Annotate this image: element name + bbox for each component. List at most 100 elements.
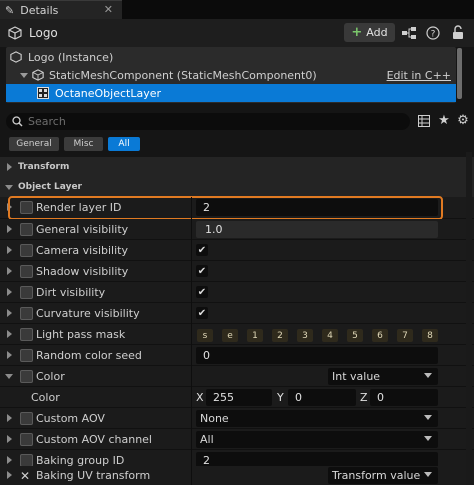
light-mask-slot[interactable]: 5 [347, 329, 363, 342]
dropdown-value: None [200, 412, 229, 425]
expand-arrow-icon[interactable] [7, 309, 12, 317]
baking-uv-transform-dropdown[interactable]: Transform value [328, 467, 438, 484]
bool-property-icon [20, 265, 33, 278]
edit-in-cpp-link[interactable]: Edit in C++ [387, 69, 451, 82]
filter-label: Misc [73, 139, 94, 149]
prop-random-color-seed: Random color seed 0 [0, 345, 474, 366]
filter-general[interactable]: General [9, 137, 59, 151]
tree-item-label: StaticMeshComponent (StaticMeshComponent… [49, 68, 317, 82]
custom-aov-dropdown[interactable]: None [196, 410, 438, 427]
close-icon[interactable]: ✕ [104, 3, 113, 16]
collapse-arrow-icon [5, 185, 13, 190]
help-icon[interactable]: ? [426, 26, 440, 40]
details-scrollbar[interactable] [466, 152, 472, 485]
tree-scrollbar[interactable] [457, 48, 462, 99]
prop-label: Light pass mask [36, 328, 126, 341]
expand-arrow-icon[interactable] [7, 456, 12, 464]
light-mask-slot[interactable]: 3 [297, 329, 313, 342]
tree-item-logo-instance[interactable]: Logo (Instance) [6, 48, 456, 66]
dropdown-value: All [200, 433, 214, 446]
custom-aov-channel-dropdown[interactable]: All [196, 431, 438, 448]
int-property-icon [20, 349, 33, 362]
search-input[interactable]: Search [6, 113, 410, 130]
prop-render-layer-id: Render layer ID 2 [0, 197, 474, 219]
prop-label: Camera visibility [36, 244, 128, 257]
light-mask-slot[interactable]: 7 [397, 329, 413, 342]
filter-misc[interactable]: Misc [64, 137, 103, 151]
light-mask-slot[interactable]: 4 [322, 329, 338, 342]
prop-camera-visibility: Camera visibility ✔ [0, 240, 474, 261]
pencil-icon: ✎ [5, 3, 15, 17]
search-icon [12, 116, 23, 127]
camera-visibility-checkbox[interactable]: ✔ [196, 244, 208, 256]
prop-label: Custom AOV channel [36, 433, 152, 446]
details-panel: ✎ Details ✕ Logo + Add ? Logo (Instance)… [0, 0, 474, 485]
tree-item-octane-object-layer[interactable]: OctaneObjectLayer [6, 84, 456, 102]
tree-item-staticmesh[interactable]: StaticMeshComponent (StaticMeshComponent… [6, 66, 456, 84]
add-component-button[interactable]: + Add [344, 23, 395, 42]
section-transform[interactable]: Transform [0, 157, 474, 177]
light-mask-slot[interactable]: e [222, 329, 238, 342]
expand-arrow-icon[interactable] [7, 225, 12, 233]
general-visibility-field[interactable]: 1.0 [196, 221, 438, 238]
octane-layer-icon [37, 87, 51, 99]
search-placeholder: Search [28, 115, 66, 128]
lock-icon[interactable] [452, 25, 464, 40]
transform-property-icon: ✕ [20, 469, 31, 483]
light-mask-slot[interactable]: 2 [272, 329, 288, 342]
expand-arrow-icon[interactable] [7, 288, 12, 296]
bool-property-icon [20, 307, 33, 320]
field-value: 0 [377, 391, 384, 404]
light-mask-slot[interactable]: 6 [372, 329, 388, 342]
render-layer-id-field[interactable]: 2 [196, 199, 438, 216]
svg-text:?: ? [431, 30, 436, 40]
expand-arrow-icon[interactable] [7, 471, 12, 479]
field-value: 2 [203, 201, 210, 214]
collapse-arrow-icon[interactable] [5, 374, 13, 379]
table-view-icon[interactable] [418, 115, 430, 127]
blueprint-icon[interactable] [401, 26, 417, 40]
expand-arrow-icon[interactable] [7, 351, 12, 359]
expand-arrow-icon[interactable] [7, 246, 12, 254]
favorite-star-icon[interactable]: ★ [437, 113, 451, 128]
prop-color-values: Color X 255 Y 0 Z 0 [0, 387, 474, 408]
y-axis-label: Y [277, 391, 284, 404]
random-color-seed-field[interactable]: 0 [196, 347, 438, 364]
tree-item-label: Logo (Instance) [28, 50, 114, 64]
chevron-down-icon [424, 472, 432, 477]
expand-arrow-icon[interactable] [7, 203, 12, 211]
field-value: 0 [203, 349, 210, 362]
int-property-icon [20, 201, 33, 214]
float-property-icon [20, 223, 33, 236]
prop-dirt-visibility: Dirt visibility ✔ [0, 282, 474, 303]
collapse-arrow-icon [20, 72, 28, 78]
add-label: Add [366, 26, 388, 39]
light-mask-slot[interactable]: 8 [422, 329, 438, 342]
color-y-field[interactable]: 0 [288, 389, 356, 406]
settings-gear-icon[interactable]: ⚙ [456, 113, 470, 128]
expand-arrow-icon[interactable] [7, 435, 12, 443]
prop-label: Baking UV transform [36, 469, 151, 482]
tab-details[interactable]: ✎ Details ✕ [0, 0, 122, 19]
dirt-visibility-checkbox[interactable]: ✔ [196, 286, 208, 298]
color-z-field[interactable]: 0 [370, 389, 438, 406]
filter-label: General [16, 139, 52, 149]
expand-arrow-icon[interactable] [7, 414, 12, 422]
shadow-visibility-checkbox[interactable]: ✔ [196, 265, 208, 277]
color-x-field[interactable]: 255 [206, 389, 272, 406]
filter-all[interactable]: All [108, 137, 140, 151]
column-divider[interactable] [191, 197, 192, 485]
expand-arrow-icon[interactable] [7, 330, 12, 338]
tree-item-label: OctaneObjectLayer [55, 86, 161, 100]
expand-arrow-icon[interactable] [7, 267, 12, 275]
color-mode-dropdown[interactable]: Int value [328, 368, 438, 385]
component-tree: Logo (Instance) StaticMeshComponent (Sta… [6, 47, 456, 103]
prop-label: Dirt visibility [36, 286, 106, 299]
chevron-down-icon [424, 373, 432, 378]
prop-label: Random color seed [36, 349, 142, 362]
curvature-visibility-checkbox[interactable]: ✔ [196, 307, 208, 319]
light-mask-slot[interactable]: 1 [247, 329, 263, 342]
section-object-layer[interactable]: Object Layer [0, 177, 474, 197]
prop-shadow-visibility: Shadow visibility ✔ [0, 261, 474, 282]
light-mask-slot[interactable]: s [197, 329, 213, 342]
